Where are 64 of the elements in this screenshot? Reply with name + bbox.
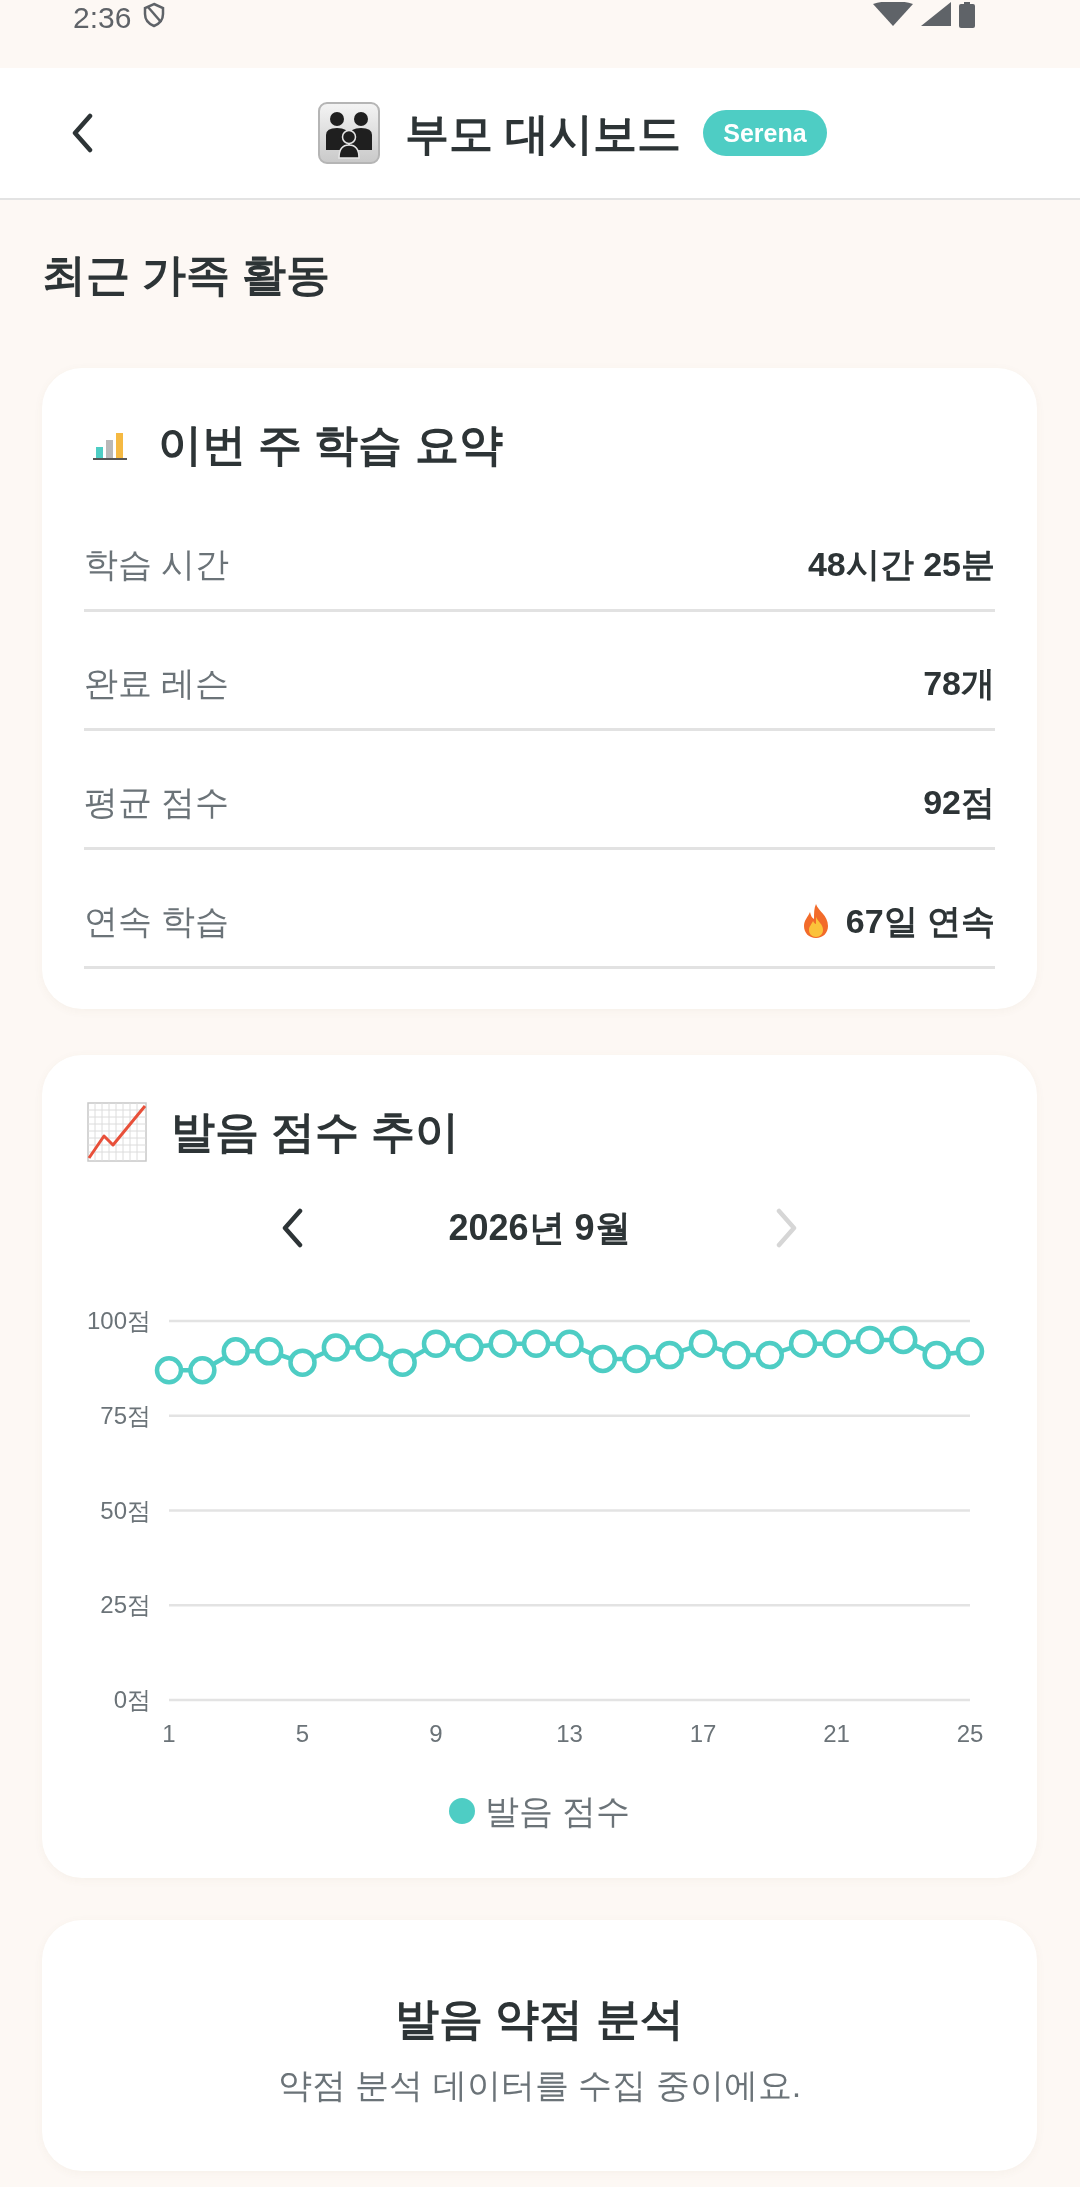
- data-point: [188, 1356, 217, 1385]
- status-message: 약점 분석 데이터를 수집 중이에요.: [277, 2065, 802, 2105]
- data-point: [855, 1325, 885, 1355]
- signal-icon: [921, 2, 951, 26]
- clock-time: 2:36: [73, 2, 132, 34]
- card-title: 발음 점수 추이: [171, 1106, 460, 1158]
- data-point: [421, 1329, 451, 1358]
- legend-label: 발음 점수: [484, 1791, 631, 1831]
- y-axis-label: 25점: [100, 1591, 151, 1619]
- card-title: 이번 주 학습 요약: [158, 419, 503, 471]
- section-heading: 최근 가족 활동: [42, 249, 331, 301]
- stat-label: 평균 점수: [84, 782, 230, 822]
- data-point: [889, 1325, 918, 1355]
- data-point: [288, 1348, 317, 1377]
- page-title: 부모 대시보드: [405, 107, 682, 160]
- data-point: [488, 1329, 517, 1358]
- data-point: [355, 1333, 384, 1362]
- data-point: [722, 1340, 751, 1370]
- y-axis-label: 0점: [113, 1686, 151, 1713]
- data-point: [221, 1337, 250, 1366]
- x-axis-label: 9: [429, 1720, 443, 1747]
- x-axis-label: 21: [823, 1720, 850, 1747]
- y-axis-label: 50점: [100, 1496, 151, 1524]
- shield-icon: [143, 2, 166, 28]
- data-point: [688, 1329, 718, 1358]
- data-point: [455, 1333, 484, 1362]
- data-point: [321, 1333, 351, 1362]
- stat-value: 67일 연속: [845, 901, 995, 941]
- data-point: [788, 1329, 818, 1358]
- chevron-right-icon: [774, 1208, 799, 1248]
- stat-label: 완료 레슨: [84, 663, 230, 703]
- flame-icon: [801, 903, 830, 939]
- stat-value: 78개: [923, 663, 995, 703]
- card-title: 발음 약점 분석: [395, 1993, 684, 2045]
- x-axis-label: 13: [556, 1720, 583, 1747]
- profile-name-badge: Serena: [703, 110, 827, 156]
- stat-value: 48시간 25분: [807, 544, 995, 584]
- data-point: [555, 1329, 584, 1358]
- data-point: [755, 1340, 784, 1370]
- x-axis-label: 1: [162, 1720, 176, 1747]
- data-point: [154, 1356, 184, 1385]
- y-axis-label: 100점: [86, 1307, 151, 1334]
- data-point: [955, 1337, 985, 1366]
- y-axis-label: 75점: [100, 1401, 151, 1429]
- data-point: [521, 1329, 551, 1358]
- stat-label: 연속 학습: [84, 901, 230, 941]
- battery-icon: [959, 2, 975, 28]
- wifi-icon: [873, 2, 913, 26]
- data-point: [622, 1344, 651, 1374]
- stat-label: 학습 시간: [84, 544, 230, 584]
- x-axis-label: 17: [689, 1720, 717, 1747]
- data-point: [388, 1348, 417, 1377]
- family-icon: [318, 102, 380, 164]
- data-point: [655, 1340, 684, 1370]
- x-axis-label: 5: [295, 1720, 310, 1747]
- chevron-left-icon: [280, 1208, 305, 1248]
- stat-value: 92점: [923, 782, 995, 822]
- data-point: [922, 1340, 951, 1370]
- x-axis-label: 25: [956, 1720, 984, 1747]
- line-chart-icon: [87, 1101, 147, 1162]
- month-label: 2026년 9월: [448, 1206, 631, 1250]
- data-point: [588, 1344, 618, 1374]
- data-point: [254, 1337, 284, 1366]
- data-point: [822, 1329, 851, 1358]
